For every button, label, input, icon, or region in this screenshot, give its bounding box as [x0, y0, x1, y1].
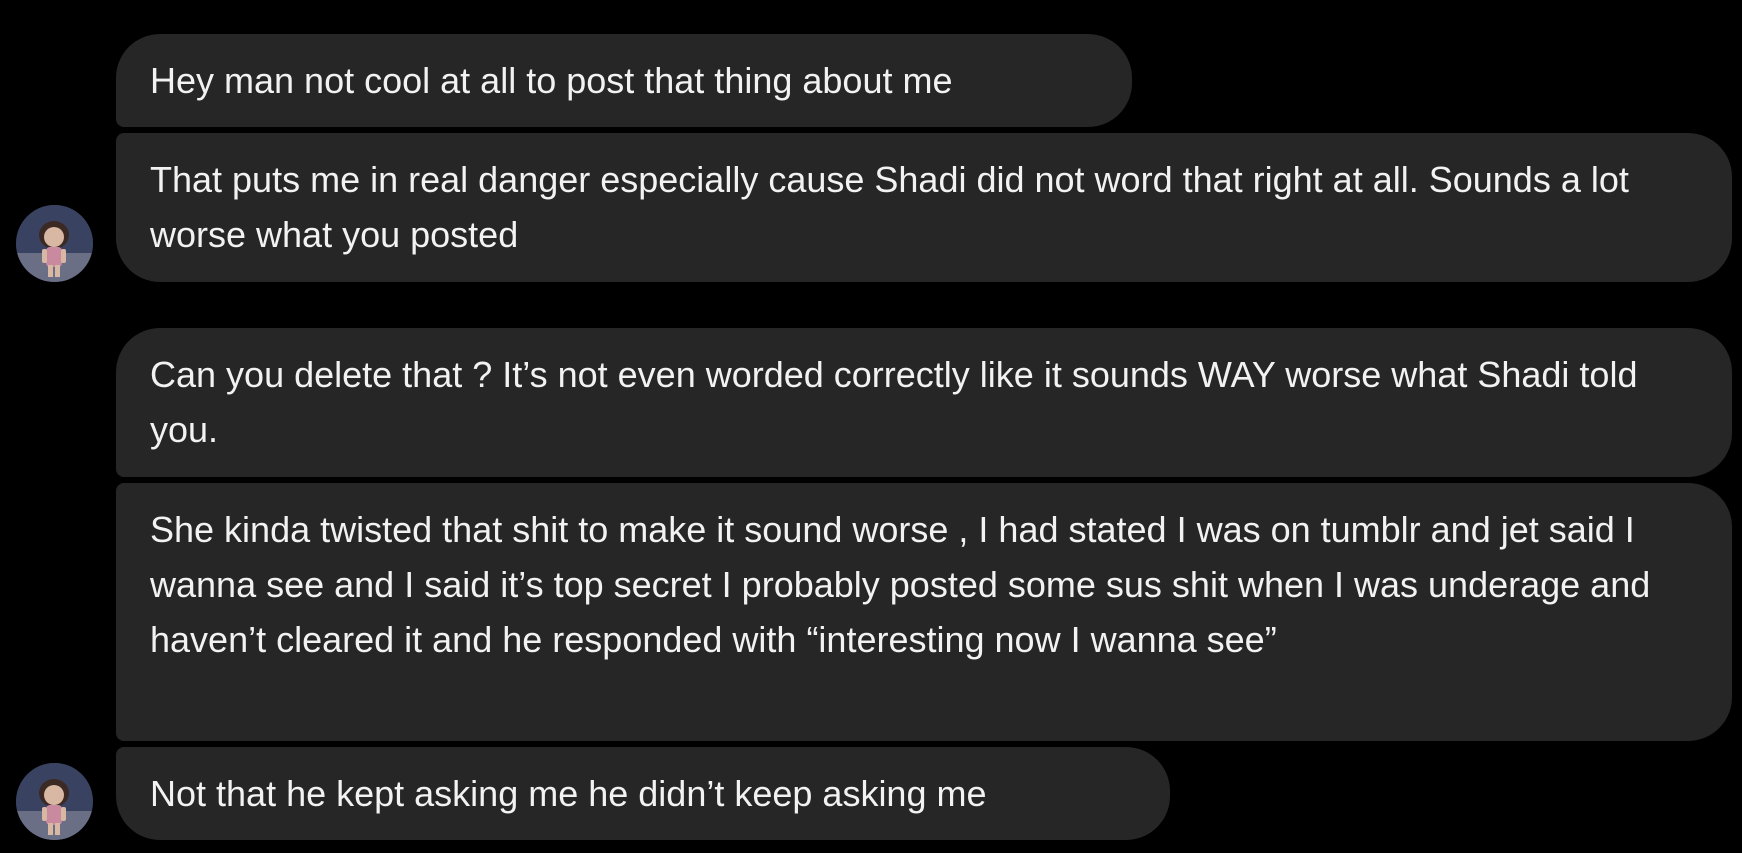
message-bubble[interactable]: That puts me in real danger especially c…	[116, 133, 1732, 282]
avatar-photo-icon	[16, 205, 93, 282]
message-bubble[interactable]: She kinda twisted that shit to make it s…	[116, 483, 1732, 741]
avatar-photo-icon	[16, 763, 93, 840]
message-bubble[interactable]: Not that he kept asking me he didn’t kee…	[116, 747, 1170, 840]
message-bubble[interactable]: Can you delete that ? It’s not even word…	[116, 328, 1732, 477]
contact-avatar[interactable]	[16, 763, 93, 840]
message-bubble[interactable]: Hey man not cool at all to post that thi…	[116, 34, 1132, 127]
contact-avatar[interactable]	[16, 205, 93, 282]
